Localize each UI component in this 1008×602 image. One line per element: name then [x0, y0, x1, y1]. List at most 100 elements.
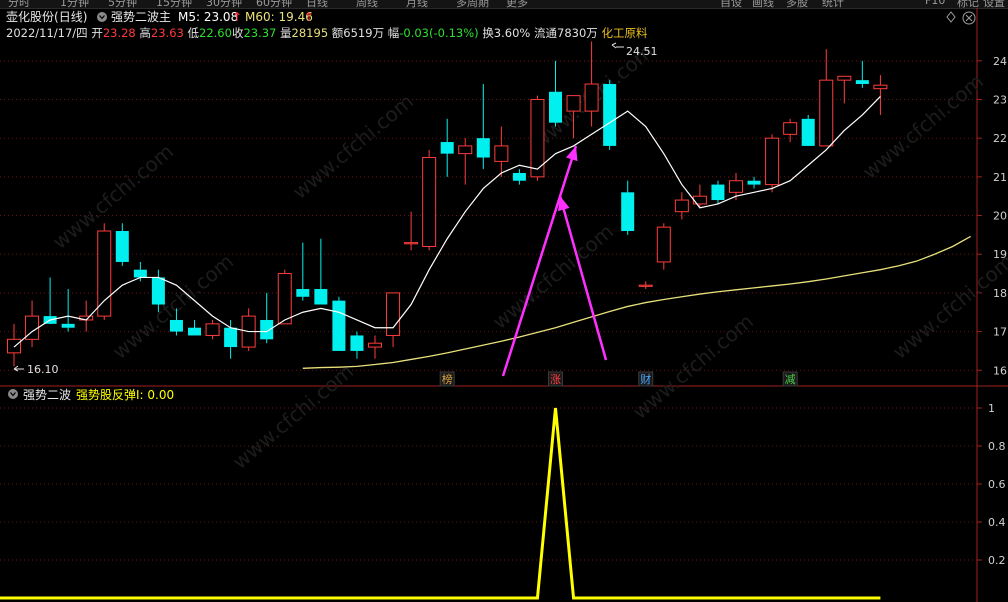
indicator-dropdown-icon[interactable] — [97, 12, 107, 22]
candle-up — [494, 126, 509, 177]
watermark-text: www.cfchi.com — [288, 89, 418, 204]
min-price-marker: 16.10 — [13, 363, 59, 376]
candle-body — [747, 180, 761, 185]
event-tag[interactable]: 涨 — [548, 371, 563, 387]
event-tag[interactable]: 榜 — [439, 371, 455, 387]
candle-body — [638, 284, 653, 287]
candle-body — [188, 327, 201, 336]
candle-down — [512, 169, 526, 185]
quote-amount: 额6519万 — [332, 26, 384, 40]
candle-body — [819, 79, 834, 147]
candle-body — [314, 289, 328, 305]
quote-volume: 28195 — [292, 26, 329, 40]
candle-up — [873, 75, 888, 115]
quote-date: 2022/11/17/四 — [6, 26, 88, 40]
candle-body — [169, 319, 183, 332]
candle-body — [566, 95, 581, 112]
quote-low: 22.60 — [199, 26, 232, 40]
max-price-marker: 24.51 — [611, 42, 658, 58]
ma60-up-arrow: ↑ — [304, 10, 314, 24]
sub-indicator-name[interactable]: 强势二波 — [23, 388, 71, 402]
candle-body — [260, 319, 274, 340]
sub-axis: 0.2 0.4 0.6 0.8 1 — [977, 402, 1006, 567]
ma5-up-arrow: ↑ — [232, 10, 242, 24]
sub-indicator-dropdown-icon[interactable] — [8, 389, 18, 399]
close-icon[interactable] — [962, 11, 976, 25]
candle-up — [765, 134, 780, 193]
price-tick-label: 20 — [993, 210, 1007, 223]
candle-up — [674, 192, 689, 220]
candle-down — [549, 60, 562, 127]
event-tag-label: 减 — [785, 373, 796, 386]
candle-body — [422, 157, 437, 247]
candle-body — [205, 323, 220, 336]
candle-body — [711, 184, 725, 201]
candle-down — [43, 277, 57, 324]
candle-down — [224, 319, 238, 359]
candle-up — [7, 323, 21, 367]
candle-body — [674, 199, 689, 213]
candle-body — [765, 137, 780, 186]
svg-text:壶化股份(日线): 壶化股份(日线) — [6, 9, 87, 24]
event-tag[interactable]: 减 — [782, 371, 798, 387]
watermark-text: www.cfchi.com — [48, 139, 178, 254]
watermark-text: www.cfchi.com — [888, 249, 1008, 364]
event-tag-label: 榜 — [442, 372, 453, 386]
event-tags: 榜涨财减 — [439, 371, 798, 387]
price-tick-label: 16 — [993, 364, 1007, 377]
candle-up — [819, 49, 834, 147]
candle-body — [656, 226, 671, 263]
candle-down — [332, 296, 346, 351]
candle-down — [133, 261, 147, 282]
rebound-polyline — [0, 407, 881, 600]
sub-tick-label: 0.6 — [988, 478, 1006, 491]
event-tag-label: 财 — [640, 372, 651, 386]
candle-up — [277, 269, 292, 325]
price-tick-label: 21 — [993, 171, 1007, 184]
candle-body — [151, 277, 165, 305]
candle-body — [458, 145, 473, 155]
candle-body — [368, 342, 382, 348]
sub-header: 强势二波 强势股反弹I: 0.00 — [8, 388, 174, 402]
candle-body — [7, 338, 21, 354]
candle-up — [638, 281, 653, 290]
candle-body — [494, 145, 509, 162]
event-tag[interactable]: 财 — [638, 371, 654, 387]
candle-up — [458, 138, 473, 185]
m60-line — [302, 235, 971, 369]
candle-body — [801, 118, 815, 146]
candle-body — [603, 84, 617, 146]
ma5-value: M5: 23.08 — [178, 10, 238, 24]
kline-chart: 161718192021222324 www.cfchi.com www.cfch… — [0, 8, 1008, 602]
candle-down — [711, 180, 725, 204]
price-tick-label: 23 — [993, 93, 1007, 106]
sub-tick-label: 0.8 — [988, 440, 1006, 453]
sub-tick-label: 0.2 — [988, 554, 1006, 567]
diamond-icon[interactable] — [946, 11, 956, 23]
candle-down — [314, 238, 328, 305]
price-tick-label: 22 — [993, 132, 1007, 145]
event-tag-label: 涨 — [550, 373, 561, 386]
candle-down — [621, 180, 635, 235]
candle-body — [549, 91, 562, 123]
candle-body — [512, 172, 526, 181]
candle-body — [296, 289, 310, 297]
candle-down — [440, 118, 454, 177]
candle-down — [855, 60, 869, 88]
price-axis: 161718192021222324 — [977, 55, 1007, 377]
candle-down — [260, 292, 274, 344]
max-price-label: 24.51 — [626, 45, 658, 58]
watermark-text: www.cfchi.com — [228, 359, 358, 474]
watermarks: www.cfchi.com www.cfchi.com www.cfchi.com w… — [48, 39, 1008, 474]
candle-body — [332, 300, 346, 351]
candle-up — [79, 300, 94, 332]
candle-body — [855, 80, 869, 85]
indicator-name[interactable]: 强势二波主 — [111, 10, 171, 24]
candle-up — [656, 223, 671, 270]
quote-float: 流通7830万 — [534, 26, 598, 40]
sub-tick-label: 1 — [988, 402, 995, 415]
magenta-arrowhead — [558, 196, 570, 212]
m60-polyline — [302, 235, 971, 369]
min-price-label: 16.10 — [27, 363, 59, 376]
candle-up — [783, 118, 798, 143]
